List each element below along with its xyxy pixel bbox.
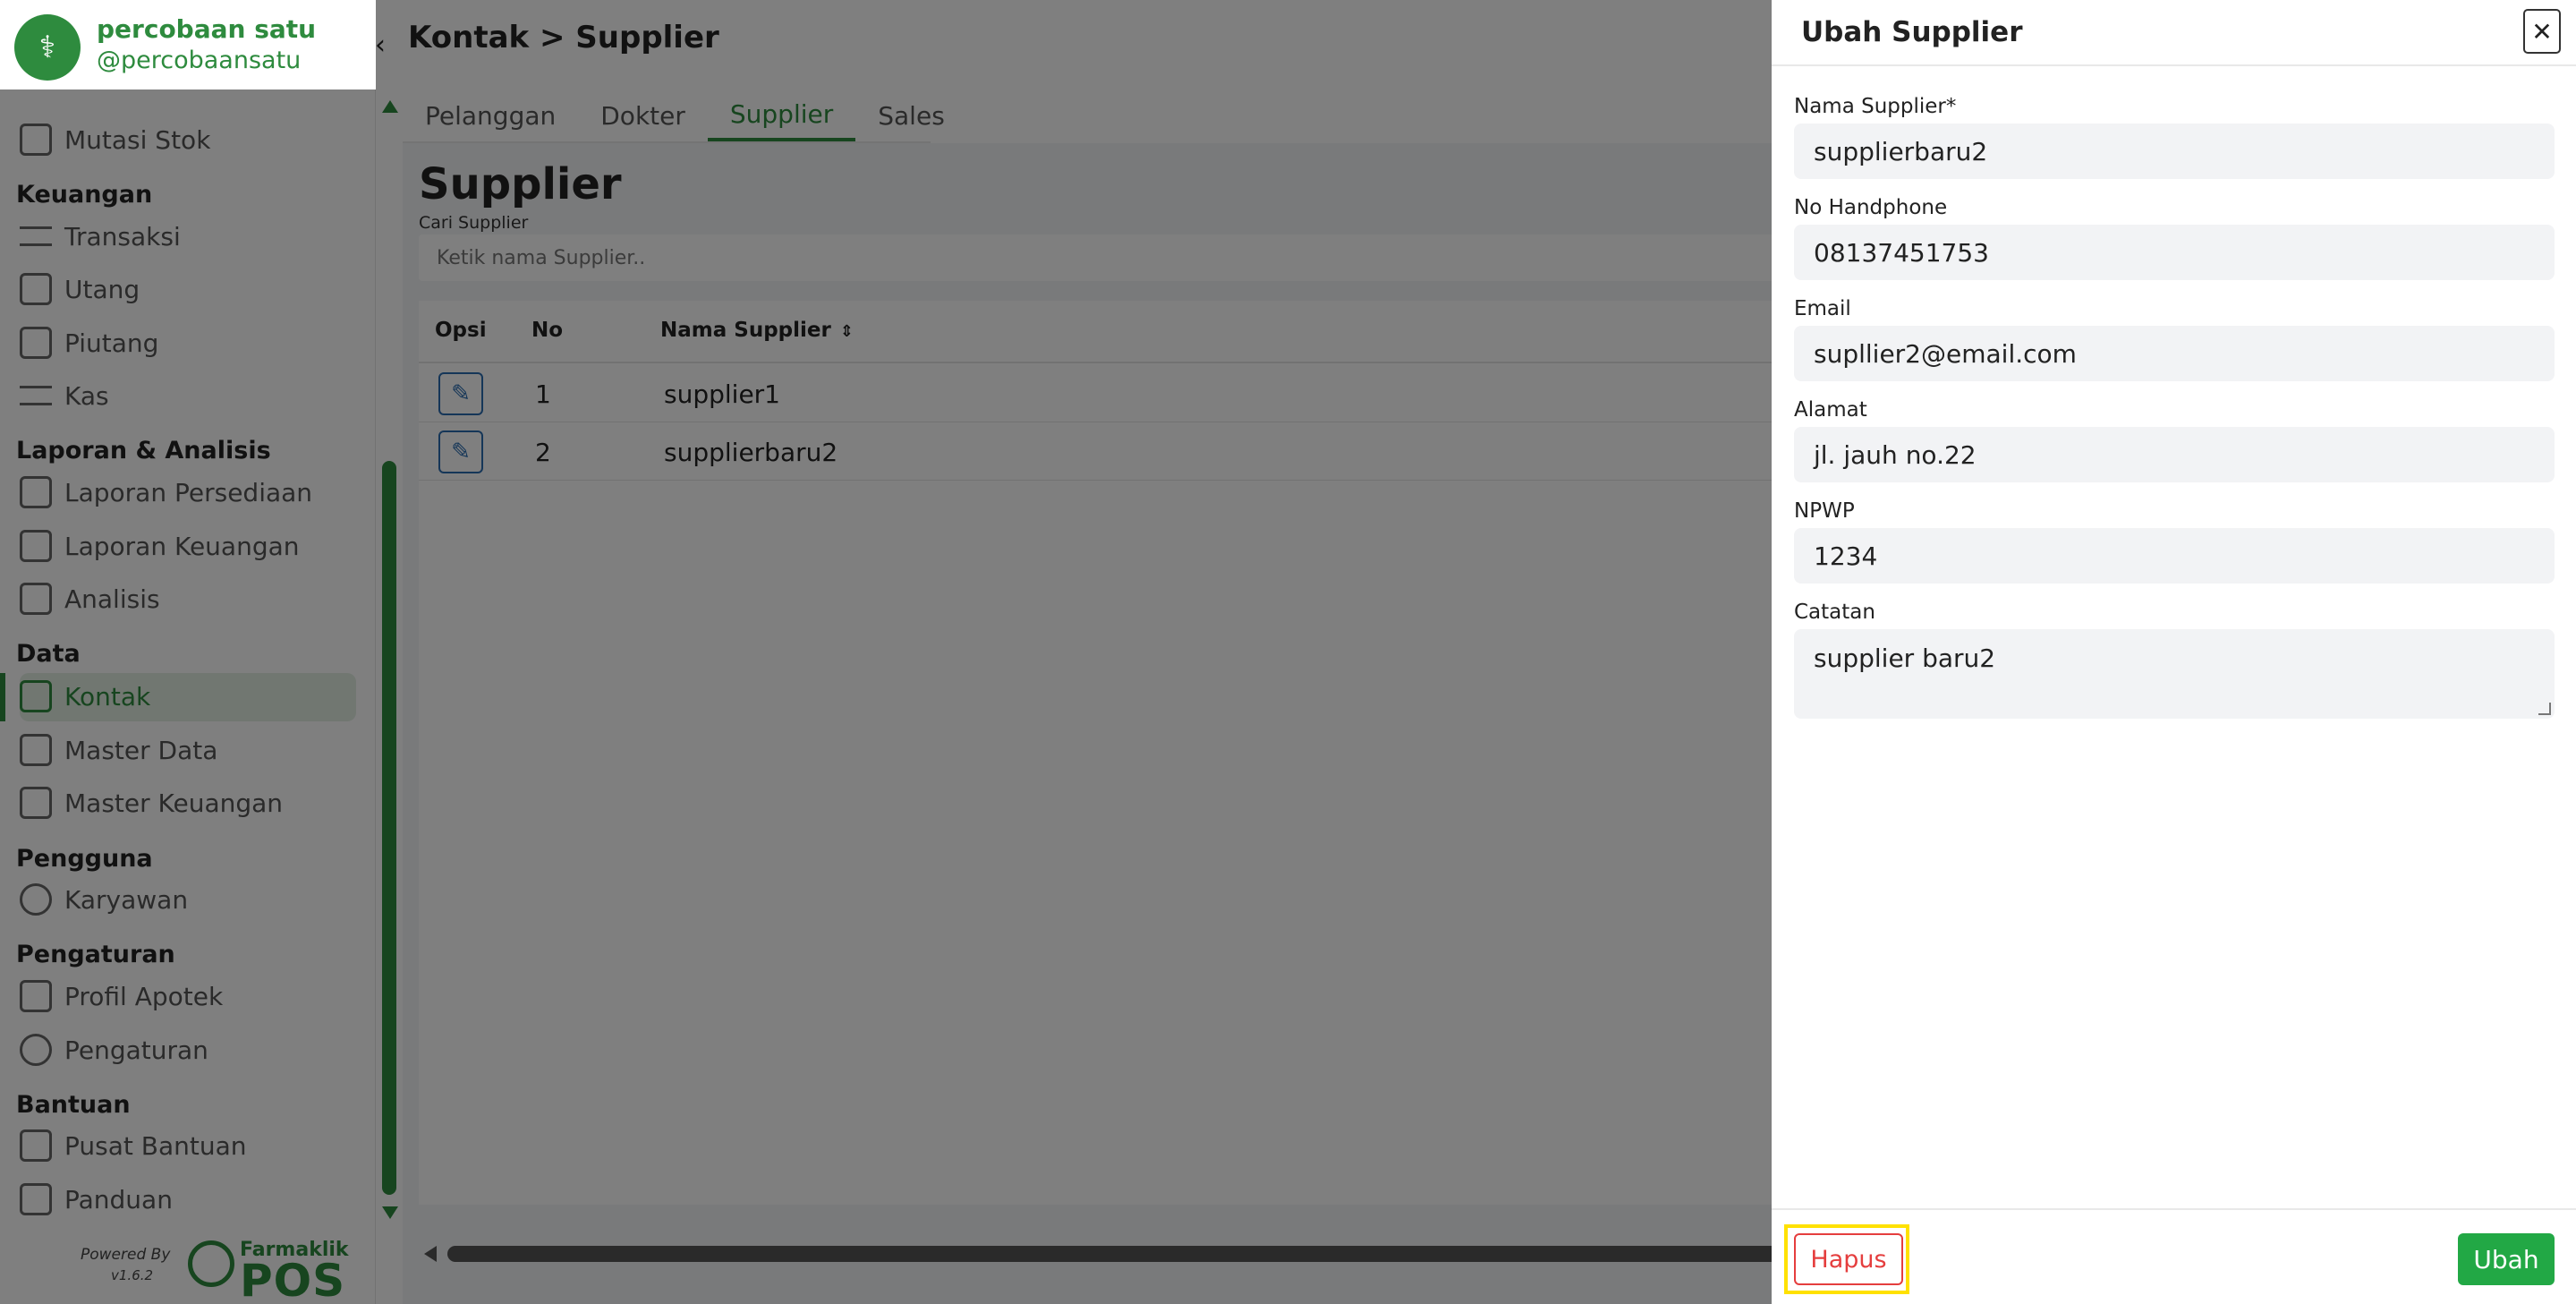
store-name: percobaan satu [97,14,317,44]
store-logo-icon: ⚕ [14,14,81,81]
label-alamat: Alamat [1794,398,1867,422]
label-nama-supplier: Nama Supplier* [1794,95,1957,118]
delete-button[interactable]: Hapus [1794,1233,1903,1285]
phone-field[interactable]: 08137451753 [1794,225,2555,280]
nama-supplier-field[interactable]: supplierbaru2 [1794,124,2555,179]
save-button[interactable]: Ubah [2458,1233,2555,1285]
label-catatan: Catatan [1794,601,1875,624]
store-handle: @percobaansatu [97,47,302,74]
label-no-handphone: No Handphone [1794,196,1948,219]
email-field[interactable]: supllier2@email.com [1794,326,2555,381]
sidebar-header: ⚕ percobaan satu @percobaansatu [0,0,376,89]
edit-supplier-drawer: Ubah Supplier ✕ Nama Supplier* supplierb… [1772,0,2576,1304]
notes-value: supplier baru2 [1814,643,1996,673]
resize-handle-icon[interactable] [2538,703,2551,715]
label-email: Email [1794,297,1851,320]
modal-backdrop[interactable] [0,0,1772,1304]
close-icon: ✕ [2531,16,2553,47]
close-button[interactable]: ✕ [2523,9,2561,54]
npwp-field[interactable]: 1234 [1794,528,2555,584]
address-field[interactable]: jl. jauh no.22 [1794,427,2555,482]
drawer-footer: Hapus Ubah [1772,1208,2576,1304]
notes-textarea[interactable]: supplier baru2 [1794,629,2555,719]
drawer-title: Ubah Supplier [1801,16,2023,48]
label-npwp: NPWP [1794,499,1855,523]
drawer-header: Ubah Supplier ✕ [1772,0,2576,66]
